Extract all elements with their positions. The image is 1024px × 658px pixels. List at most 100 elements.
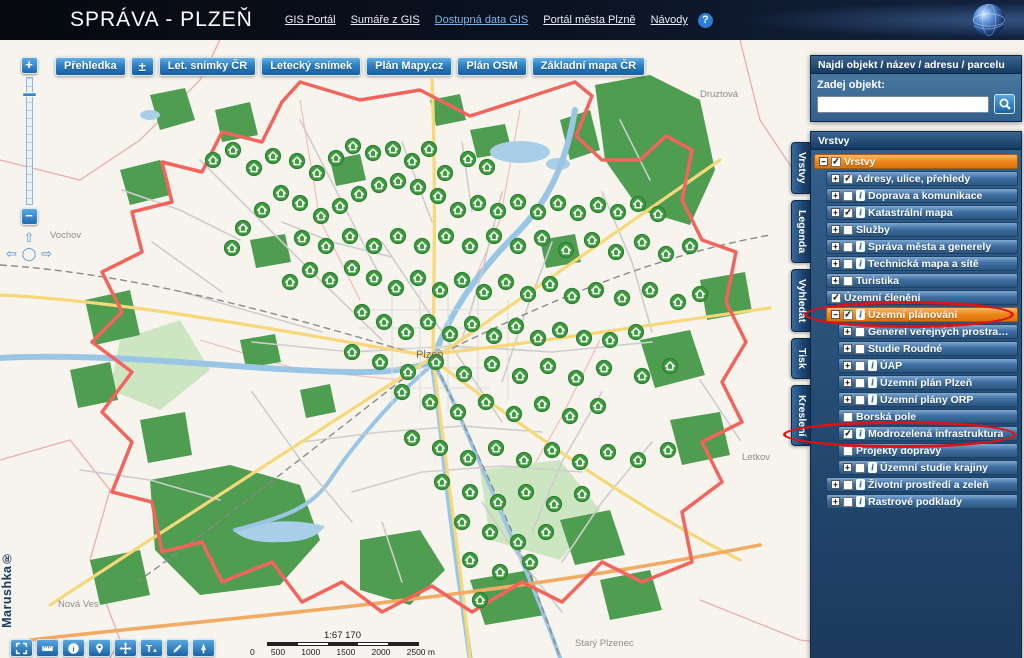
map-marker[interactable] [535,397,550,412]
map-marker[interactable] [487,329,502,344]
pan-tool-button[interactable] [114,639,137,657]
expand-toggle-icon[interactable]: + [831,208,840,217]
layer-checkbox[interactable] [843,310,853,320]
layer-checkbox[interactable] [843,480,853,490]
object-search-input[interactable] [817,96,989,113]
map-marker[interactable] [333,199,348,214]
map-marker[interactable] [487,229,502,244]
layer-info-icon[interactable]: i [856,309,865,320]
layer-row[interactable]: +Studie Roudné [838,341,1018,356]
layer-checkbox[interactable] [843,446,853,456]
tab-vrstvy[interactable]: Vrstvy [791,142,810,194]
layer-row[interactable]: +iTechnická mapa a sítě [826,256,1018,271]
layer-row[interactable]: +iÚzemní plán Plzeň [838,375,1018,390]
map-marker[interactable] [411,180,426,195]
map-marker[interactable] [479,395,494,410]
map-marker[interactable] [399,325,414,340]
layer-checkbox[interactable] [831,293,841,303]
map-marker[interactable] [373,355,388,370]
map-marker[interactable] [345,345,360,360]
draw-tool-button[interactable] [166,639,189,657]
map-marker[interactable] [531,331,546,346]
tab-tisk[interactable]: Tisk [791,338,810,379]
layer-info-icon[interactable]: i [856,241,865,252]
pan-center-icon[interactable]: ◯ [22,246,37,262]
map-marker[interactable] [609,245,624,260]
map-marker[interactable] [563,409,578,424]
expand-toggle-icon[interactable]: + [831,191,840,200]
map-marker[interactable] [346,139,361,154]
zoom-extent-button[interactable]: ± [131,57,154,76]
layer-info-icon[interactable]: i [856,428,865,439]
map-marker[interactable] [421,315,436,330]
map-marker[interactable] [513,369,528,384]
zoom-slider[interactable] [26,77,33,205]
map-marker[interactable] [683,239,698,254]
pan-left-icon[interactable]: ⇦ [6,246,17,262]
text-tool-button[interactable]: T [140,639,163,657]
nav-link[interactable]: Sumáře z GIS [351,14,420,26]
layer-row[interactable]: +Turistika [826,273,1018,288]
map-marker[interactable] [343,229,358,244]
map-marker[interactable] [491,495,506,510]
map-marker[interactable] [389,281,404,296]
map-marker[interactable] [435,475,450,490]
zakladni-mapa-cr-button[interactable]: Základní mapa ČR [532,57,645,76]
layer-checkbox[interactable] [843,242,853,252]
zoom-in-button[interactable]: + [21,57,38,74]
layer-checkbox[interactable] [855,344,865,354]
plan-mapycz-button[interactable]: Plán Mapy.cz [366,57,452,76]
info-button[interactable]: i [62,639,85,657]
expand-toggle-icon[interactable]: + [843,395,852,404]
map-marker[interactable] [693,287,708,302]
map-marker[interactable] [559,243,574,258]
map-marker[interactable] [575,487,590,502]
map-marker[interactable] [206,153,221,168]
map-marker[interactable] [603,333,618,348]
expand-toggle-icon[interactable]: + [843,463,852,472]
map-marker[interactable] [571,206,586,221]
map-marker[interactable] [539,525,554,540]
map-marker[interactable] [443,327,458,342]
layer-checkbox[interactable] [843,174,853,184]
expand-toggle-icon[interactable]: + [831,259,840,268]
map-marker[interactable] [377,315,392,330]
map-marker[interactable] [411,271,426,286]
map-marker[interactable] [493,565,508,580]
search-button[interactable] [994,94,1015,114]
map-marker[interactable] [643,283,658,298]
map-marker[interactable] [573,455,588,470]
expand-toggle-icon[interactable]: + [831,225,840,234]
map-marker[interactable] [323,273,338,288]
layer-row[interactable]: iModrozelená infrastruktura [838,426,1018,441]
map-marker[interactable] [455,273,470,288]
map-marker[interactable] [509,319,524,334]
map-marker[interactable] [463,239,478,254]
map-marker[interactable] [531,205,546,220]
map-marker[interactable] [663,359,678,374]
zoom-out-button[interactable]: − [21,208,38,225]
nav-link[interactable]: Návody [651,14,688,26]
map-marker[interactable] [451,203,466,218]
map-marker[interactable] [507,407,522,422]
map-marker[interactable] [499,275,514,290]
nav-link[interactable]: Portál města Plzně [543,14,635,26]
map-marker[interactable] [651,207,666,222]
let-snimky-cr-button[interactable]: Let. snímky ČR [159,57,256,76]
layer-row[interactable]: +Generel veřejných prostranství [838,324,1018,339]
tab-legenda[interactable]: Legenda [791,200,810,263]
map-marker[interactable] [367,239,382,254]
map-marker[interactable] [659,247,674,262]
map-marker[interactable] [521,287,536,302]
expand-toggle-icon[interactable]: + [831,497,840,506]
layer-checkbox[interactable] [855,395,865,405]
layer-checkbox[interactable] [855,378,865,388]
map-marker[interactable] [391,229,406,244]
map-marker[interactable] [255,203,270,218]
measure-button[interactable] [36,639,59,657]
map-marker[interactable] [589,283,604,298]
map-marker[interactable] [611,205,626,220]
map-marker[interactable] [247,161,262,176]
map-marker[interactable] [585,233,600,248]
layer-row[interactable]: +iRastrové podklady [826,494,1018,509]
